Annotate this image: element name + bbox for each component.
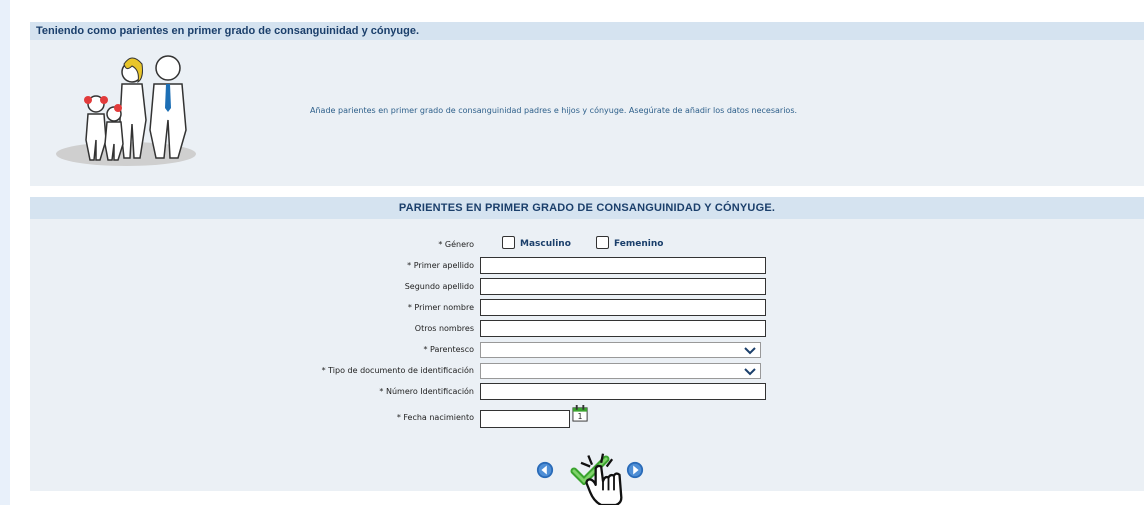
primer-apellido-input[interactable] [480,257,766,274]
genero-label: * Género [438,240,474,249]
otros-nombres-label: Otros nombres [414,324,474,333]
masculino-label: Masculino [520,239,571,249]
calendar-day: 1 [578,412,583,421]
segundo-apellido-row: Segundo apellido [30,277,1144,296]
fecha-nacimiento-input[interactable] [480,410,570,428]
primer-nombre-row: * Primer nombre [30,298,1144,317]
tipo-documento-row: * Tipo de documento de identificación [30,361,1144,380]
section-title: PARIENTES EN PRIMER GRADO DE CONSANGUINI… [30,197,1144,219]
tipo-documento-select[interactable] [480,363,761,379]
parentesco-label: * Parentesco [423,345,474,354]
intro-description: Añade parientes en primer grado de consa… [310,106,798,115]
parentesco-row: * Parentesco [30,340,1144,359]
otros-nombres-row: Otros nombres [30,319,1144,338]
numero-identificacion-label: * Número Identificación [379,387,474,396]
numero-identificacion-input[interactable] [480,383,766,400]
fecha-nacimiento-row: * Fecha nacimiento 1 [30,405,1144,428]
family-illustration [50,50,202,170]
calendar-icon[interactable]: 1 [572,404,589,423]
intro-panel: Añade parientes en primer grado de consa… [30,40,1144,186]
primer-apellido-row: * Primer apellido [30,256,1144,275]
segundo-apellido-label: Segundo apellido [404,282,474,291]
parentesco-select[interactable] [480,342,761,358]
page: Teniendo como parientes en primer grado … [10,0,1144,505]
chevron-down-icon [744,368,756,376]
otros-nombres-input[interactable] [480,320,766,337]
tipo-documento-label: * Tipo de documento de identificación [321,366,474,375]
chevron-down-icon [744,347,756,355]
masculino-checkbox[interactable] [502,236,515,249]
hand-pointer-icon [580,453,623,505]
page-header-title: Teniendo como parientes en primer grado … [30,22,1144,40]
numero-identificacion-row: * Número Identificación [30,382,1144,401]
primer-apellido-label: * Primer apellido [407,261,474,270]
segundo-apellido-input[interactable] [480,278,766,295]
femenino-label: Femenino [614,239,664,249]
primer-nombre-input[interactable] [480,299,766,316]
back-arrow-icon[interactable] [536,461,554,479]
primer-nombre-label: * Primer nombre [407,303,474,312]
femenino-checkbox[interactable] [596,236,609,249]
fecha-nacimiento-label: * Fecha nacimiento [396,413,474,422]
genero-row: * Género Masculino Femenino [30,235,1144,254]
